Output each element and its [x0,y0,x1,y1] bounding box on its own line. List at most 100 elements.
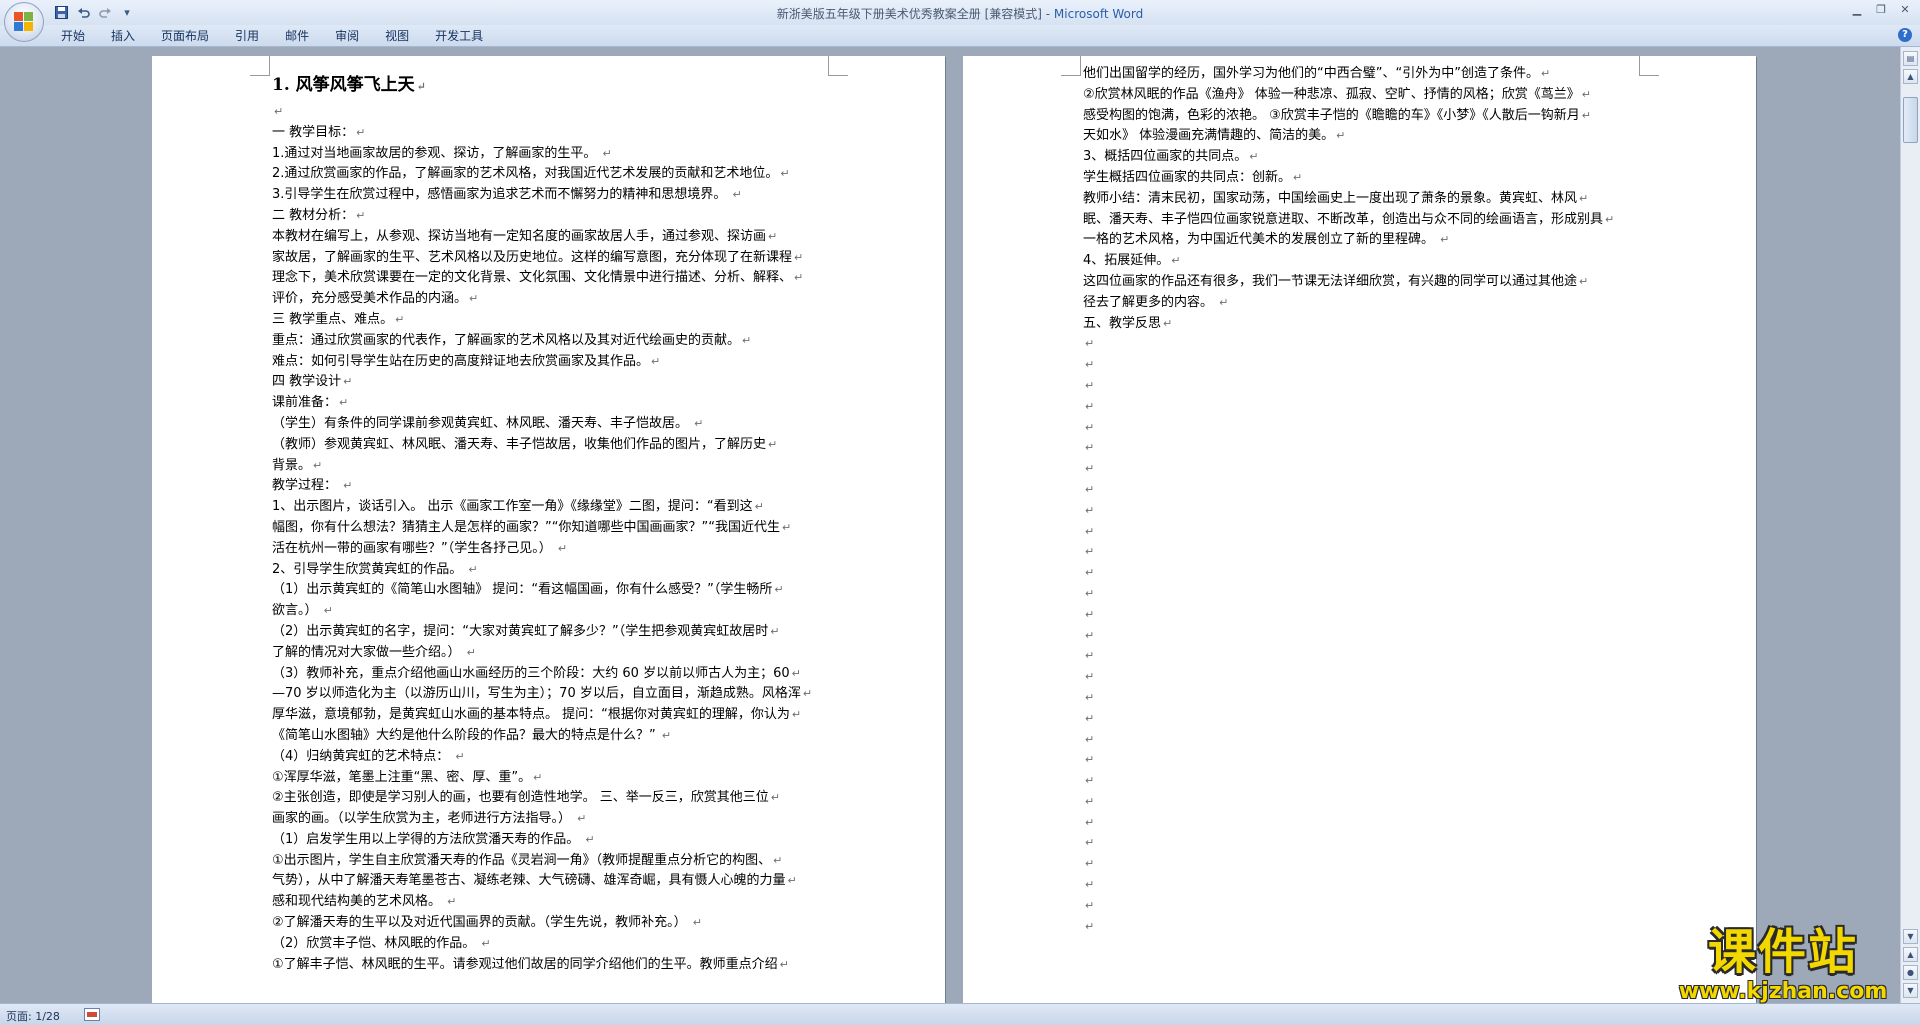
tab-view[interactable]: 视图 [372,28,422,44]
document-paragraph[interactable]: ↵ [1083,480,1638,501]
document-paragraph[interactable]: ↵ [1083,626,1638,647]
document-paragraph[interactable]: 一 教学目标： ↵ [272,123,827,144]
document-paragraph[interactable]: ↵ [1083,896,1638,917]
document-paragraph[interactable]: ↵ [1083,833,1638,854]
document-paragraph[interactable]: ↵ [1083,459,1638,480]
document-paragraph[interactable]: 难点：如何引导学生站在历史的高度辩证地去欣赏画家及其作品。 ↵ [272,352,827,373]
tab-references[interactable]: 引用 [222,28,272,44]
tab-insert[interactable]: 插入 [98,28,148,44]
tab-home[interactable]: 开始 [48,28,98,44]
scroll-thumb[interactable] [1903,97,1918,143]
document-paragraph[interactable]: 厚华滋，意境郁勃，是黄宾虹山水画的基本特点。 提问：“根据你对黄宾虹的理解，你认… [272,705,827,726]
document-paragraph[interactable]: ↵ [1083,376,1638,397]
document-paragraph[interactable]: 背景。 ↵ [272,456,827,477]
document-paragraph[interactable]: 重点：通过欣赏画家的代表作，了解画家的艺术风格以及其对近代绘画史的贡献。 ↵ [272,331,827,352]
document-paragraph[interactable]: 3.引导学生在欣赏过程中，感悟画家为追求艺术而不懈努力的精神和思想境界。 ↵ [272,185,827,206]
document-paragraph[interactable]: ↵ [1083,542,1638,563]
document-paragraph[interactable]: （教师）参观黄宾虹、林风眠、潘天寿、丰子恺故居，收集他们作品的图片，了解历史 ↵ [272,435,827,456]
document-paragraph[interactable]: ↵ [1083,667,1638,688]
help-icon[interactable]: ? [1898,28,1912,42]
document-paragraph[interactable]: 课前准备： ↵ [272,393,827,414]
document-paragraph[interactable]: 气势），从中了解潘天寿笔墨苍古、凝练老辣、大气磅礴、雄浑奇崛，具有慑人心魄的力量… [272,871,827,892]
document-paragraph[interactable]: 1、出示图片，谈话引入。 出示《画家工作室一角》《缘缘堂》二图，提问：“看到这 ↵ [272,497,827,518]
document-paragraph[interactable]: 本教材在编写上，从参观、探访当地有一定知名度的画家故居人手，通过参观、探访画 ↵ [272,227,827,248]
document-paragraph[interactable]: 他们出国留学的经历，国外学习为他们的“中西合璧”、“引外为中”创造了条件。 ↵ [1083,64,1638,85]
document-paragraph[interactable]: ↵ [272,102,827,123]
document-paragraph[interactable]: ↵ [1083,501,1638,522]
document-paragraph[interactable]: 五、教学反思 ↵ [1083,314,1638,335]
next-page-icon[interactable]: ▼ [1903,983,1918,998]
document-page-left[interactable]: 1. 风筝风筝飞上天 ↵ ↵ 一 教学目标： ↵ 1.通过对当地画家故居的参观、探访，了… [152,56,945,1003]
document-paragraph[interactable]: ↵ [1083,730,1638,751]
page-count-status[interactable]: 页面: 1/28 [6,1008,60,1024]
document-paragraph[interactable]: 径去了解更多的内容。 ↵ [1083,293,1638,314]
document-paragraph[interactable]: 学生概括四位画家的共同点：创新。 ↵ [1083,168,1638,189]
document-paragraph[interactable]: 眠、潘天寿、丰子恺四位画家锐意进取、不断改革，创造出与众不同的绘画语言，形成别具… [1083,210,1638,231]
document-paragraph[interactable]: ②了解潘天寿的生平以及对近代国画界的贡献。（学生先说，教师补充。） ↵ [272,913,827,934]
document-paragraph[interactable]: 二 教材分析： ↵ [272,206,827,227]
document-paragraph[interactable]: ↵ [1083,771,1638,792]
macro-record-icon[interactable] [84,1008,100,1021]
document-paragraph[interactable]: ①出示图片，学生自主欣赏潘天寿的作品《灵岩涧一角》（教师提醒重点分析它的构图、 ↵ [272,851,827,872]
document-paragraph[interactable]: ↵ [1083,605,1638,626]
document-paragraph[interactable]: ↵ [1083,418,1638,439]
document-paragraph[interactable]: ↵ [1083,750,1638,771]
document-paragraph[interactable]: 《简笔山水图轴》大约是他什么阶段的作品？最大的特点是什么？” ↵ [272,726,827,747]
tab-developer[interactable]: 开发工具 [422,28,496,44]
document-paragraph[interactable]: 欲言。） ↵ [272,601,827,622]
document-paragraph[interactable]: ↵ [1083,709,1638,730]
select-browse-object-icon[interactable]: ● [1903,965,1918,980]
document-paragraph[interactable]: ①浑厚华滋，笔墨上注重“黑、密、厚、重”。 ↵ [272,768,827,789]
document-paragraph[interactable]: ↵ [1083,563,1638,584]
document-paragraph[interactable]: ↵ [1083,355,1638,376]
document-paragraph[interactable]: 教师小结：清末民初，国家动荡，中国绘画史上一度出现了萧条的景象。黄宾虹、林风 ↵ [1083,189,1638,210]
document-paragraph[interactable]: ②主张创造，即使是学习别人的画，也要有创造性地学。 三、举一反三，欣赏其他三位 ↵ [272,788,827,809]
document-paragraph[interactable]: 幅图，你有什么想法？猜猜主人是怎样的画家？”“你知道哪些中国画画家？”“我国近代… [272,518,827,539]
page-text-right[interactable]: 他们出国留学的经历，国外学习为他们的“中西合璧”、“引外为中”创造了条件。 ↵ ②… [1083,64,1638,937]
document-paragraph[interactable]: ↵ [1083,688,1638,709]
document-paragraph[interactable]: （2）欣赏丰子恺、林风眠的作品。 ↵ [272,934,827,955]
office-button[interactable] [4,2,44,42]
restore-icon[interactable]: ❐ [1870,2,1892,18]
document-paragraph[interactable]: 三 教学重点、难点。 ↵ [272,310,827,331]
document-paragraph[interactable]: ↵ [1083,584,1638,605]
document-paragraph[interactable]: 感受构图的饱满，色彩的浓艳。 ③欣赏丰子恺的《瞻瞻的车》《小梦》《人散后一钩新月… [1083,106,1638,127]
document-paragraph[interactable]: 3、概括四位画家的共同点。 ↵ [1083,147,1638,168]
scroll-down-icon[interactable]: ▼ [1903,929,1918,944]
document-paragraph[interactable]: （4）归纳黄宾虹的艺术特点： ↵ [272,747,827,768]
document-paragraph[interactable]: 感和现代结构美的艺术风格。 ↵ [272,892,827,913]
document-paragraph[interactable]: ↵ [1083,438,1638,459]
document-paragraph[interactable]: 4、拓展延伸。 ↵ [1083,251,1638,272]
document-paragraph[interactable]: ①了解丰子恺、林风眠的生平。请参观过他们故居的同学介绍他们的生平。教师重点介绍 ↵ [272,955,827,976]
minimize-icon[interactable]: ▁ [1846,2,1868,18]
document-paragraph[interactable]: 家故居，了解画家的生平、艺术风格以及历史地位。这样的编写意图，充分体现了在新课程… [272,248,827,269]
document-paragraph[interactable]: （1）启发学生用以上学得的方法欣赏潘天寿的作品。 ↵ [272,830,827,851]
document-paragraph[interactable]: （2）出示黄宾虹的名字，提问：“大家对黄宾虹了解多少？”（学生把参观黄宾虹故居时… [272,622,827,643]
document-paragraph[interactable]: （1）出示黄宾虹的《简笔山水图轴》 提问：“看这幅国画，你有什么感受？”（学生畅… [272,580,827,601]
document-paragraph[interactable]: ↵ [1083,646,1638,667]
document-paragraph[interactable]: 了解的情况对大家做一些介绍。） ↵ [272,643,827,664]
document-paragraph[interactable]: 教学过程： ↵ [272,476,827,497]
document-paragraph[interactable]: 1.通过对当地画家故居的参观、探访，了解画家的生平。 ↵ [272,144,827,165]
document-paragraph[interactable]: ↵ [1083,522,1638,543]
document-paragraph[interactable]: ↵ [1083,813,1638,834]
document-page-right[interactable]: 他们出国留学的经历，国外学习为他们的“中西合璧”、“引外为中”创造了条件。 ↵ ②… [963,56,1756,1003]
ruler-toggle-icon[interactable]: ▤ [1903,51,1918,66]
document-paragraph[interactable]: （学生）有条件的同学课前参观黄宾虹、林风眠、潘天寿、丰子恺故居。 ↵ [272,414,827,435]
document-paragraph[interactable]: ↵ [1083,854,1638,875]
document-paragraph[interactable]: ②欣赏林风眠的作品《渔舟》 体验一种悲凉、孤寂、空旷、抒情的风格；欣赏《茑兰》 ↵ [1083,85,1638,106]
document-paragraph[interactable]: —70 岁以师造化为主（以游历山川，写生为主）；70 岁以后，自立面目，渐趋成熟… [272,684,827,705]
document-paragraph[interactable]: 活在杭州一带的画家有哪些？”（学生各抒己见。） ↵ [272,539,827,560]
document-paragraph[interactable]: （3）教师补充，重点介绍他画山水画经历的三个阶段：大约 60 岁以前以师古人为主… [272,664,827,685]
document-paragraph[interactable]: 评价，充分感受美术作品的内涵。 ↵ [272,289,827,310]
document-paragraph[interactable]: 2.通过欣赏画家的作品，了解画家的艺术风格，对我国近代艺术发展的贡献和艺术地位。… [272,164,827,185]
page-text-left[interactable]: 1. 风筝风筝飞上天 ↵ ↵ 一 教学目标： ↵ 1.通过对当地画家故居的参观、探访，了… [272,64,827,975]
tab-mailings[interactable]: 邮件 [272,28,322,44]
document-paragraph[interactable]: 这四位画家的作品还有很多，我们一节课无法详细欣赏，有兴趣的同学可以通过其他途 ↵ [1083,272,1638,293]
close-icon[interactable]: ✕ [1894,2,1916,18]
document-paragraph[interactable]: ↵ [1083,334,1638,355]
document-paragraph[interactable]: 2、引导学生欣赏黄宾虹的作品。 ↵ [272,560,827,581]
document-heading[interactable]: 1. 风筝风筝飞上天 ↵ [272,64,827,102]
tab-review[interactable]: 审阅 [322,28,372,44]
document-paragraph[interactable]: 理念下，美术欣赏课要在一定的文化背景、文化氛围、文化情景中进行描述、分析、解释、… [272,268,827,289]
